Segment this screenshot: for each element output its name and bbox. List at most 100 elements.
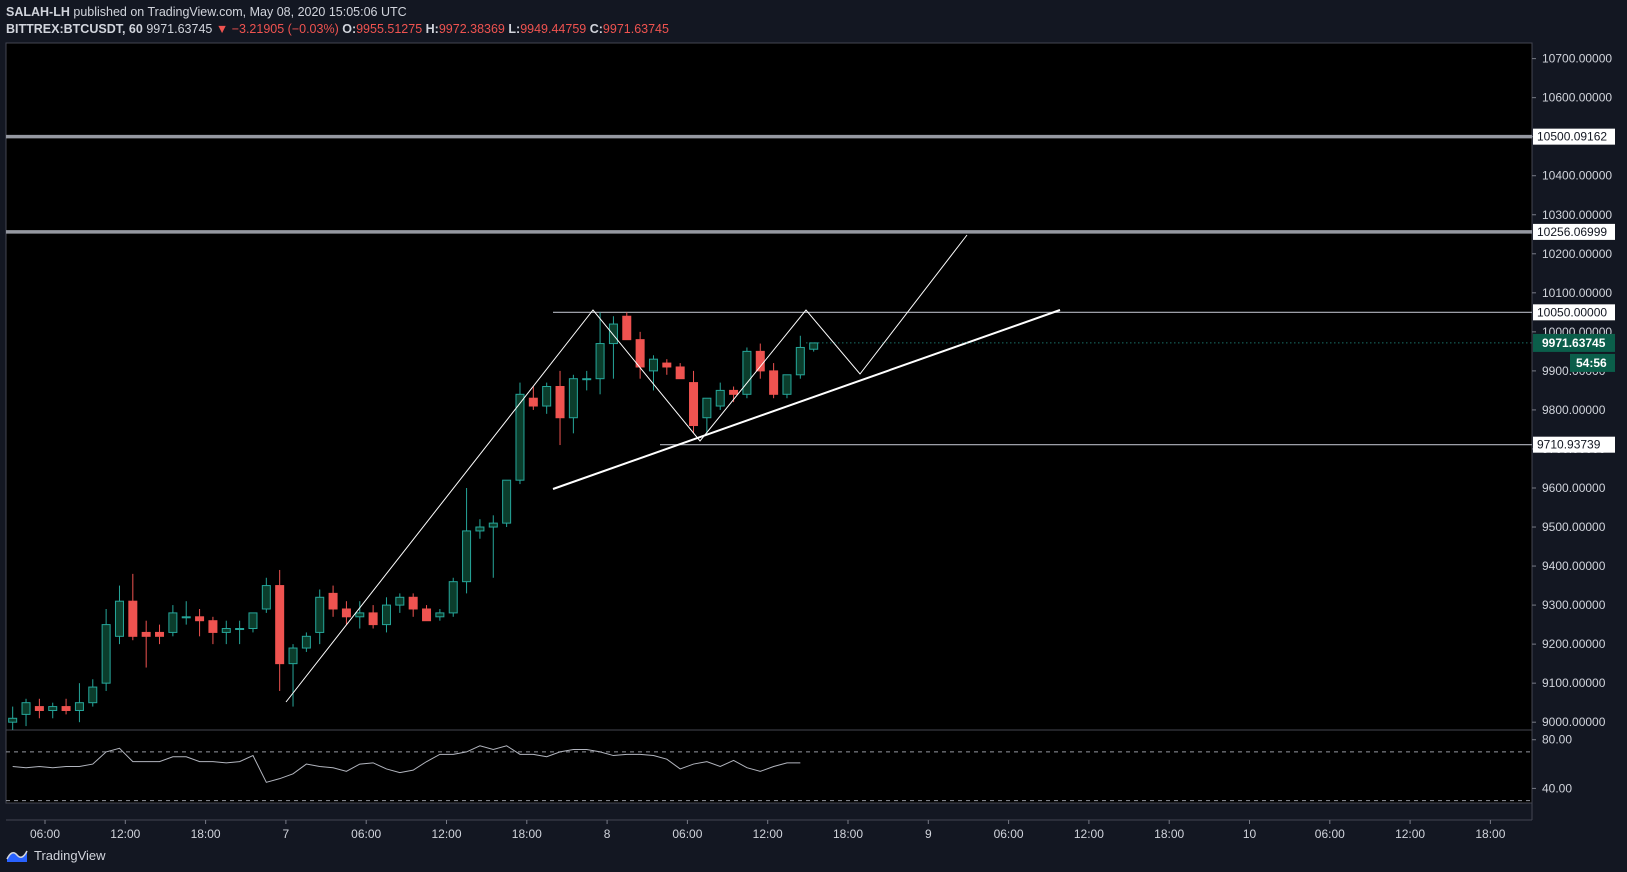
candle[interactable] [502, 479, 512, 528]
candle-body [435, 612, 445, 618]
time-tick-label: 06:00 [351, 827, 381, 841]
tradingview-logo-icon [6, 850, 28, 862]
time-tick-label: 06:00 [1315, 827, 1345, 841]
candle-body [328, 592, 338, 610]
candle-body [568, 378, 578, 419]
candle-body [742, 350, 752, 395]
candle-body [88, 686, 98, 704]
level-label: 10500.09162 [1537, 130, 1607, 144]
candle-body [755, 350, 765, 372]
price-tick-label: 10200.00000 [1542, 247, 1612, 261]
candle-body [662, 362, 672, 368]
oscillator-pane [5, 729, 1533, 804]
price-tick-label: 10100.00000 [1542, 286, 1612, 300]
candle-body [648, 358, 658, 372]
time-tick-label: 18:00 [833, 827, 863, 841]
ohlc-legend: BITTREX:BTCUSDT, 60 9971.63745 ▼ −3.2190… [6, 21, 669, 38]
time-tick-label: 9 [925, 827, 932, 841]
time-tick-label: 06:00 [994, 827, 1024, 841]
price-tick-label: 9500.00000 [1542, 520, 1606, 534]
time-tick-label: 18:00 [1475, 827, 1505, 841]
candle-body [181, 616, 191, 619]
low-value: 9949.44759 [520, 22, 587, 36]
last-price-tag-label: 9971.63745 [1542, 336, 1606, 350]
candle-body [555, 386, 565, 419]
candle-body [729, 389, 739, 395]
candle-body [689, 382, 699, 427]
candle-body [301, 635, 311, 649]
candle-body [475, 526, 485, 532]
candle-body [128, 600, 138, 637]
candle-body [595, 343, 605, 380]
time-tick-label: 7 [283, 827, 290, 841]
candle-body [248, 612, 258, 630]
footer-brand[interactable]: TradingView [6, 845, 106, 865]
candle-body [542, 386, 552, 407]
author-name[interactable]: SALAH-LH [6, 5, 70, 19]
countdown-label: 54:56 [1576, 356, 1607, 370]
candle-body [702, 397, 712, 419]
candle-body [448, 581, 458, 614]
candle[interactable] [448, 577, 458, 617]
candle[interactable] [515, 382, 525, 485]
time-tick-label: 12:00 [1395, 827, 1425, 841]
candle-body [422, 608, 432, 622]
candle-body [355, 612, 365, 618]
candle-body [48, 706, 58, 711]
time-tick-label: 18:00 [512, 827, 542, 841]
candle-body [715, 389, 725, 407]
candle-body [74, 702, 84, 711]
price-tick-label: 9000.00000 [1542, 715, 1606, 729]
oscillator-tick-label: 40.00 [1542, 781, 1572, 795]
publish-info: published on TradingView.com, May 08, 20… [69, 5, 407, 19]
candle-body [168, 612, 178, 633]
candle-body [488, 522, 498, 528]
candle-body [528, 397, 538, 407]
price-tick-label: 9800.00000 [1542, 403, 1606, 417]
level-label: 10050.00000 [1537, 305, 1607, 319]
price-pane [5, 42, 1533, 731]
low-label: L: [508, 22, 521, 36]
candle-body [809, 342, 819, 350]
price-tick-label: 9200.00000 [1542, 637, 1606, 651]
candle-body [155, 631, 165, 637]
level-label: 10256.06999 [1537, 225, 1607, 239]
price-change: −3.21905 (−0.03%) [231, 22, 339, 36]
candle-body [368, 612, 378, 626]
candle-body [208, 620, 218, 633]
time-tick-label: 06:00 [672, 827, 702, 841]
candle-body [782, 374, 792, 395]
candle-body [381, 604, 391, 626]
candle[interactable] [742, 347, 752, 399]
time-tick-label: 8 [604, 827, 611, 841]
publish-header: SALAH-LH published on TradingView.com, M… [6, 4, 407, 21]
candle-body [221, 628, 231, 633]
candle-body [8, 717, 18, 723]
candle-body [769, 370, 779, 395]
time-tick-label: 10 [1243, 827, 1257, 841]
candle-body [21, 702, 31, 715]
time-tick-label: 18:00 [191, 827, 221, 841]
time-tick-label: 18:00 [1154, 827, 1184, 841]
footer-brand-label: TradingView [34, 847, 106, 863]
time-tick-label: 06:00 [30, 827, 60, 841]
symbol-label[interactable]: BITTREX:BTCUSDT, 60 [6, 22, 143, 36]
down-arrow-icon: ▼ [215, 22, 229, 36]
price-chart[interactable]: 9000.00000 9100.00000 9200.00000 9300.00000… [0, 0, 1627, 872]
candle-body [675, 366, 685, 380]
candle-body [315, 596, 325, 633]
candle-body [462, 530, 472, 583]
price-tick-label: 9400.00000 [1542, 559, 1606, 573]
candle-body [288, 647, 298, 665]
candle[interactable] [782, 374, 792, 399]
price-tick-label: 9600.00000 [1542, 481, 1606, 495]
chart-frame: 9000.00000 9100.00000 9200.00000 9300.00000… [0, 0, 1627, 872]
price-tick-label: 9300.00000 [1542, 598, 1606, 612]
candle-body [34, 706, 44, 711]
candle-body [341, 608, 351, 618]
open-value: 9955.51275 [356, 22, 423, 36]
candle[interactable] [622, 312, 632, 341]
price-tick-label: 10600.00000 [1542, 91, 1612, 105]
oscillator-tick-label: 80.00 [1542, 733, 1572, 747]
candle-body [261, 585, 271, 610]
